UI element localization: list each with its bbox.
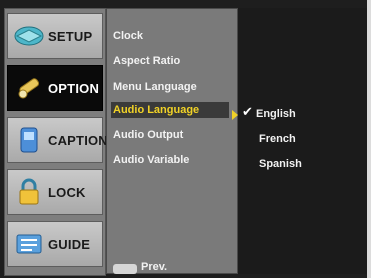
prev-button-icon[interactable] <box>113 264 137 274</box>
menu-item-menu-language[interactable]: Menu Language <box>111 79 233 95</box>
submenu-option-french[interactable]: French <box>259 133 296 145</box>
menu-item-audio-variable[interactable]: Audio Variable <box>111 152 233 168</box>
sidebar-item-label: GUIDE <box>48 236 91 252</box>
audio-language-submenu: English French Spanish <box>238 8 367 274</box>
sidebar: SETUP OPTION CAPTION LOCK GUIDE <box>4 8 108 276</box>
submenu-option-english[interactable]: English <box>256 108 296 120</box>
check-icon: ✔ <box>242 105 253 120</box>
sidebar-item-label: SETUP <box>48 28 93 44</box>
guide-icon <box>16 234 42 254</box>
submenu-option-spanish[interactable]: Spanish <box>259 158 302 170</box>
menu-item-clock[interactable]: Clock <box>111 28 233 44</box>
caption-icon <box>20 127 38 153</box>
menu-item-aspect-ratio[interactable]: Aspect Ratio <box>111 53 233 69</box>
option-icon <box>18 78 40 99</box>
sidebar-item-label: LOCK <box>48 184 86 200</box>
option-menu: Clock Aspect Ratio Menu Language Audio L… <box>106 8 238 274</box>
menu-item-audio-language[interactable]: Audio Language <box>111 102 229 118</box>
setup-icon <box>14 26 44 46</box>
prev-label: Prev. <box>141 261 168 273</box>
lock-icon <box>19 178 39 205</box>
screen-edge <box>367 0 371 278</box>
sidebar-item-lock[interactable]: LOCK <box>7 169 103 215</box>
sidebar-item-guide[interactable]: GUIDE <box>7 221 103 267</box>
sidebar-item-caption[interactable]: CAPTION <box>7 117 108 163</box>
sidebar-item-label: OPTION <box>48 80 100 96</box>
menu-item-audio-output[interactable]: Audio Output <box>111 127 233 143</box>
sidebar-item-option[interactable]: OPTION <box>7 65 103 111</box>
sidebar-item-label: CAPTION <box>48 132 108 148</box>
sidebar-item-setup[interactable]: SETUP <box>7 13 103 59</box>
